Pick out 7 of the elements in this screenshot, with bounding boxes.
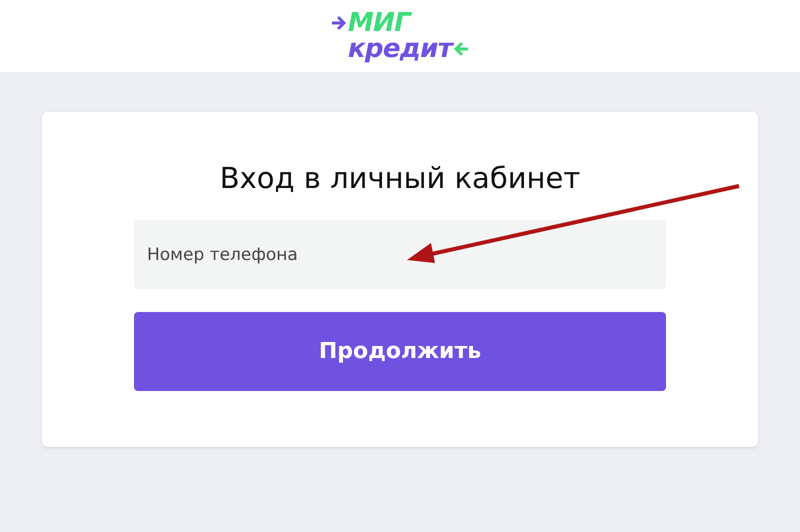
phone-field[interactable]: Номер телефона [134, 220, 666, 289]
continue-button[interactable]: Продолжить [134, 312, 666, 391]
login-title: Вход в личный кабинет [220, 164, 580, 193]
logo-text: МИГ [348, 10, 410, 36]
arrow-left-icon [454, 42, 468, 56]
logo-text: кредит [348, 36, 452, 62]
arrow-right-icon [332, 16, 346, 30]
